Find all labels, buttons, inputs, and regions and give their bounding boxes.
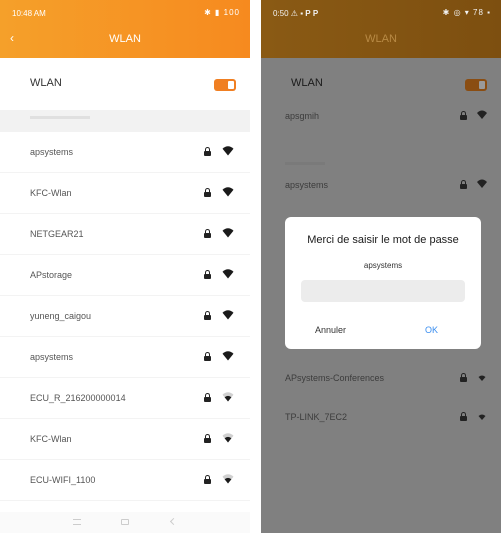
ok-button[interactable]: OK xyxy=(425,325,438,335)
lock-icon xyxy=(460,373,467,382)
page-title: WLAN xyxy=(365,33,397,45)
password-dialog: Merci de saisir le mot de passe apsystem… xyxy=(285,217,481,349)
lock-icon xyxy=(204,475,211,484)
status-icons: ✱ ◎ ▾ 78 ▪ xyxy=(442,8,491,17)
network-name: yuneng_caigou xyxy=(30,311,92,321)
network-name: TP-LINK_7EC2 xyxy=(285,412,348,422)
password-input[interactable] xyxy=(301,280,465,302)
wifi-signal-icon xyxy=(222,432,234,443)
network-name: KFC-Wlan xyxy=(30,188,72,198)
network-name: APstorage xyxy=(30,270,73,280)
section-label xyxy=(30,116,90,119)
home-icon[interactable] xyxy=(121,519,129,525)
network-name: apsgmih xyxy=(285,111,320,121)
lock-icon xyxy=(460,412,467,421)
network-name: KFC-Wlan xyxy=(30,434,72,444)
network-item[interactable]: ECU_R_216200000014 xyxy=(0,378,250,419)
wifi-signal-icon xyxy=(222,473,234,484)
status-time: 10:48 AM xyxy=(12,9,46,18)
lock-icon xyxy=(204,434,211,443)
network-item[interactable]: apsystems xyxy=(0,132,250,173)
network-name: apsystems xyxy=(30,147,74,157)
wlan-label: WLAN xyxy=(30,77,62,89)
wifi-signal-icon xyxy=(222,227,234,238)
wlan-toggle-row[interactable]: WLAN xyxy=(0,58,250,110)
status-bar: 10:48 AM ✱ ▮ 100 xyxy=(0,0,250,22)
network-name: ECU-WIFI_1100 xyxy=(30,475,96,485)
network-name: NETGEAR21 xyxy=(30,229,84,239)
wifi-signal-icon xyxy=(222,186,234,197)
network-name: apsystems xyxy=(30,352,74,362)
menu-icon[interactable] xyxy=(73,519,81,525)
network-item[interactable]: NETGEAR21 xyxy=(0,214,250,255)
network-list: apsystems KFC-Wlan NETGEAR21 APstorage yunen… xyxy=(0,132,250,533)
wifi-icon xyxy=(477,110,487,119)
status-bar: 0:50 ⚠ ▪ P P ✱ ◎ ▾ 78 ▪ xyxy=(261,0,501,22)
lock-icon xyxy=(204,393,211,402)
network-name: ECU_R_216200000014 xyxy=(30,393,126,403)
status-time: 0:50 ⚠ ▪ P P xyxy=(273,9,319,18)
back-icon[interactable] xyxy=(169,517,178,526)
network-name: APsystems-Conferences xyxy=(285,373,385,383)
lock-icon xyxy=(204,270,211,279)
network-item[interactable]: yuneng_caigou xyxy=(0,296,250,337)
cancel-button[interactable]: Annuler xyxy=(315,325,346,335)
lock-icon xyxy=(204,188,211,197)
network-item[interactable]: APstorage xyxy=(0,255,250,296)
navigation-bar xyxy=(0,512,250,533)
network-item[interactable]: apsystems xyxy=(0,337,250,378)
network-item[interactable]: KFC-Wlan xyxy=(0,419,250,460)
list-item: TP-LINK_7EC2 xyxy=(261,397,501,438)
header-bar: 0:50 ⚠ ▪ P P ✱ ◎ ▾ 78 ▪ WLAN xyxy=(261,0,501,58)
wifi-signal-icon xyxy=(222,268,234,279)
wifi-signal-icon xyxy=(222,391,234,402)
lock-icon xyxy=(204,147,211,156)
lock-icon xyxy=(204,311,211,320)
section-header xyxy=(0,110,250,132)
wifi-icon xyxy=(477,179,487,188)
list-item: apsgmih xyxy=(261,96,501,137)
dialog-ssid: apsystems xyxy=(363,261,403,270)
lock-icon xyxy=(204,229,211,238)
wlan-settings-screen: 10:48 AM ✱ ▮ 100 ‹ WLAN WLAN apsystems KF… xyxy=(0,0,250,533)
page-title: WLAN xyxy=(109,33,141,45)
screenshot-divider xyxy=(250,0,261,533)
network-name: apsystems xyxy=(285,180,329,190)
status-icons: ✱ ▮ 100 xyxy=(204,8,240,17)
header-bar: 10:48 AM ✱ ▮ 100 ‹ WLAN xyxy=(0,0,250,58)
lock-icon xyxy=(204,352,211,361)
wlan-toggle[interactable] xyxy=(214,79,236,91)
wifi-icon xyxy=(478,375,486,381)
network-item[interactable]: ECU-WIFI_1100 xyxy=(0,460,250,501)
lock-icon xyxy=(460,180,467,189)
lock-icon xyxy=(460,111,467,120)
wlan-toggle xyxy=(465,79,487,91)
wifi-signal-icon xyxy=(222,350,234,361)
list-item: apsystems xyxy=(261,165,501,206)
wifi-signal-icon xyxy=(222,309,234,320)
wlan-label: WLAN xyxy=(291,77,323,89)
dialog-title: Merci de saisir le mot de passe xyxy=(307,234,459,246)
wifi-signal-icon xyxy=(222,145,234,156)
wifi-icon xyxy=(478,414,486,420)
list-item: APsystems-Conferences xyxy=(261,358,501,399)
network-item[interactable]: KFC-Wlan xyxy=(0,173,250,214)
